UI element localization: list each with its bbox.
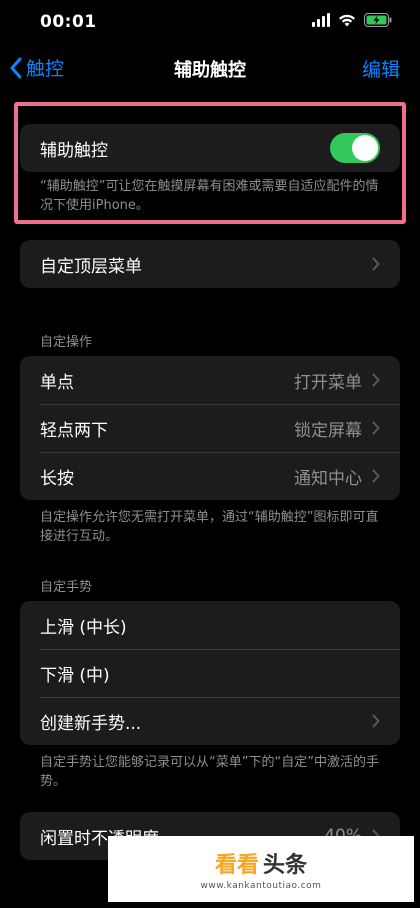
wifi-icon [339,14,355,27]
cellular-signal-icon [312,13,330,27]
action-row-single-tap[interactable]: 单点 打开菜单 [20,356,400,404]
custom-gestures-footer: 自定手势让您能够记录可以从“菜单”下的“自定”中激活的手势。 [40,755,379,789]
action-value: 通知中心 [294,468,362,489]
action-row-double-tap[interactable]: 轻点两下 锁定屏幕 [20,404,400,452]
custom-actions-group: 单点 打开菜单 轻点两下 锁定屏幕 长按 通知中心 [20,356,400,500]
chevron-right-icon [372,714,380,728]
action-row-long-press[interactable]: 长按 通知中心 [20,452,400,500]
highlight-box [14,102,406,224]
gesture-label: 创建新手势... [40,713,142,734]
edit-button[interactable]: 编辑 [362,55,400,82]
action-value: 锁定屏幕 [294,420,362,441]
page-title: 辅助触控 [174,60,246,81]
customize-top-menu-label: 自定顶层菜单 [40,256,142,277]
watermark-text-2: 头条 [263,853,308,878]
nav-bar: 触控 辅助触控 编辑 [0,46,420,90]
chevron-right-icon [372,421,380,435]
top-menu-group: 自定顶层菜单 [20,240,400,288]
create-new-gesture-row[interactable]: 创建新手势... [20,697,400,745]
chevron-right-icon [372,373,380,387]
status-icons [312,13,392,27]
watermark-url: www.kankantoutiao.com [200,881,322,891]
customize-top-menu-row[interactable]: 自定顶层菜单 [20,240,400,288]
custom-actions-header: 自定操作 [40,335,93,350]
gesture-row[interactable]: 下滑 (中) [20,649,400,697]
status-time: 00:01 [40,12,97,32]
chevron-right-icon [372,257,380,271]
battery-charging-icon [364,13,392,27]
action-label: 轻点两下 [40,420,108,441]
action-label: 单点 [40,372,74,393]
custom-gestures-header: 自定手势 [40,580,93,595]
action-value: 打开菜单 [294,372,362,393]
action-label: 长按 [40,468,74,489]
custom-gestures-group: 上滑 (中长) 下滑 (中) 创建新手势... [20,601,400,745]
watermark-logo: 看看 头条 www.kankantoutiao.com [108,836,414,902]
gesture-label: 下滑 (中) [40,665,110,686]
gesture-row[interactable]: 上滑 (中长) [20,601,400,649]
status-bar: 00:01 [0,0,420,46]
gesture-label: 上滑 (中长) [40,617,127,638]
chevron-right-icon [372,469,380,483]
custom-actions-footer: 自定操作允许您无需打开菜单，通过“辅助触控”图标即可直接进行互动。 [40,510,379,544]
watermark-text-1: 看看 [214,853,259,878]
